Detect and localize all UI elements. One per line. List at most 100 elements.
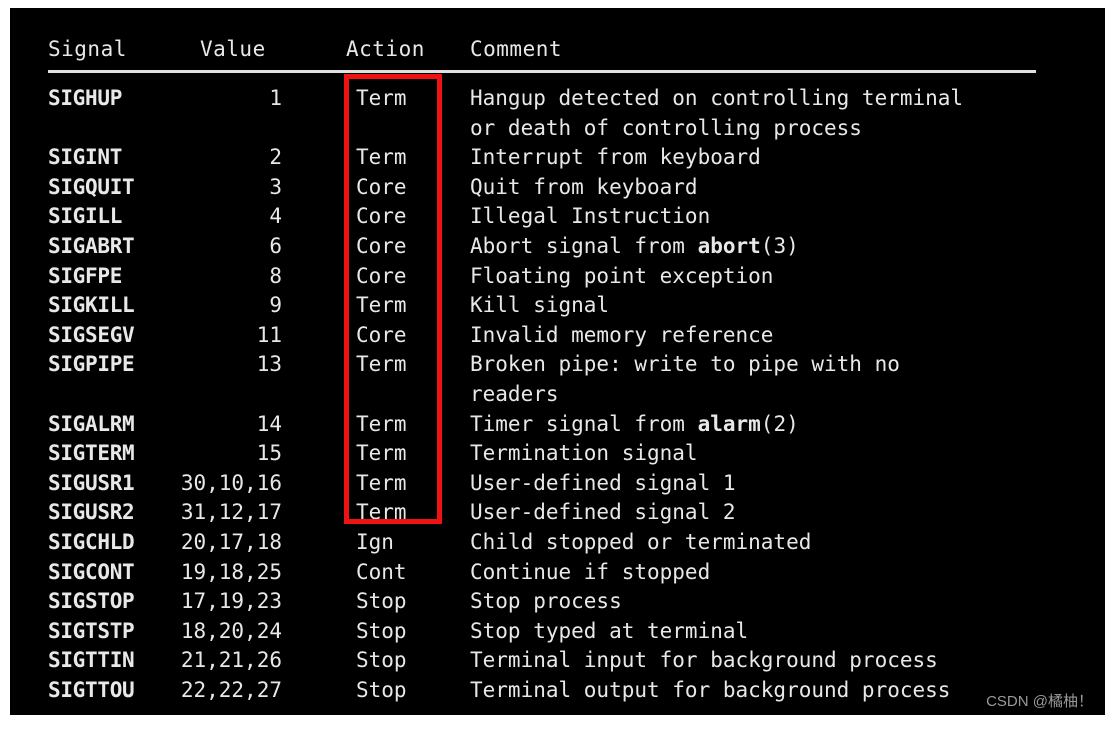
- terminal-window: Signal Value Action Comment SIGHUP 1 Term H…: [10, 8, 1105, 715]
- table-row: SIGTTOU 22,22,27 Stop Terminal output for b…: [10, 676, 1105, 706]
- table-row: SIGKILL 9 Term Kill signal: [10, 291, 1105, 321]
- cell-signal: SIGABRT: [48, 233, 135, 258]
- cell-value: 31,12,17: [180, 500, 282, 525]
- table-row-continuation: readers: [10, 380, 1105, 410]
- cell-comment: Stop typed at terminal: [470, 618, 749, 643]
- man-page-reference: abort: [697, 233, 761, 258]
- cell-action: Term: [356, 145, 407, 170]
- cell-value: 15: [256, 441, 282, 466]
- cell-signal: SIGTTIN: [48, 648, 135, 673]
- table-row: SIGUSR2 31,12,17 Term User-defined signal 2: [10, 498, 1105, 528]
- cell-value: 2: [269, 145, 282, 170]
- cell-signal: SIGHUP: [48, 86, 123, 110]
- cell-signal: SIGUSR1: [48, 470, 135, 495]
- column-header-action: Action: [346, 37, 425, 61]
- cell-signal: SIGTERM: [48, 441, 135, 466]
- cell-signal: SIGTTOU: [48, 677, 135, 702]
- cell-action: Core: [356, 322, 407, 347]
- cell-action: Term: [356, 352, 407, 377]
- cell-comment: Hangup detected on controlling terminal: [470, 86, 964, 110]
- table-row: SIGSEGV 11 Core Invalid memory reference: [10, 321, 1105, 351]
- table-row: SIGCHLD 20,17,18 Ign Child stopped or termi…: [10, 528, 1105, 558]
- cell-comment: Broken pipe: write to pipe with no: [470, 352, 900, 377]
- cell-comment: Floating point exception: [470, 263, 774, 288]
- cell-signal: SIGFPE: [48, 263, 123, 288]
- cell-action: Term: [356, 500, 407, 525]
- cell-value: 20,17,18: [180, 529, 282, 554]
- watermark-text: CSDN @橘柚！: [986, 693, 1093, 710]
- cell-comment: Child stopped or terminated: [470, 529, 812, 554]
- cell-action: Core: [356, 204, 407, 229]
- cell-comment: Stop process: [470, 589, 622, 614]
- cell-comment: Abort signal from abort(3): [470, 233, 799, 258]
- table-row: SIGPIPE 13 Term Broken pipe: write to pipe …: [10, 350, 1105, 380]
- cell-action: Stop: [356, 618, 407, 643]
- table-row: SIGINT 2 Term Interrupt from keyboard: [10, 143, 1105, 173]
- cell-action: Cont: [356, 559, 407, 584]
- table-row: SIGQUIT 3 Core Quit from keyboard: [10, 173, 1105, 203]
- cell-signal: SIGINT: [48, 145, 123, 170]
- cell-value: 8: [269, 263, 282, 288]
- cell-value: 1: [269, 86, 282, 110]
- cell-action: Core: [356, 174, 407, 199]
- cell-signal: SIGUSR2: [48, 500, 135, 525]
- cell-action: Term: [356, 86, 407, 110]
- table-body: SIGHUP 1 Term Hangup detected on controllin…: [10, 84, 1105, 705]
- cell-signal: SIGQUIT: [48, 174, 135, 199]
- table-row: SIGCONT 19,18,25 Cont Continue if stopped: [10, 558, 1105, 588]
- cell-action: Core: [356, 233, 407, 258]
- cell-value: 3: [269, 174, 282, 199]
- table-row: SIGFPE 8 Core Floating point exception: [10, 262, 1105, 292]
- signal-table: Signal Value Action Comment SIGHUP 1 Term H…: [10, 8, 1105, 715]
- column-header-signal: Signal: [48, 37, 127, 61]
- cell-comment: Quit from keyboard: [470, 174, 698, 199]
- cell-signal: SIGPIPE: [48, 352, 135, 377]
- cell-action: Stop: [356, 648, 407, 673]
- cell-value: 14: [256, 411, 282, 436]
- table-row: SIGTERM 15 Term Termination signal: [10, 439, 1105, 469]
- cell-value: 18,20,24: [180, 618, 282, 643]
- cell-action: Term: [356, 293, 407, 318]
- table-row: SIGHUP 1 Term Hangup detected on controllin…: [10, 84, 1105, 114]
- cell-comment: Terminal input for background process: [470, 648, 938, 673]
- cell-comment: Termination signal: [470, 441, 698, 466]
- cell-value: 11: [256, 322, 282, 347]
- cell-comment-continuation: or death of controlling process: [470, 115, 862, 140]
- cell-value: 17,19,23: [180, 589, 282, 614]
- cell-comment: Continue if stopped: [470, 559, 711, 584]
- cell-signal: SIGSTOP: [48, 589, 135, 614]
- cell-value: 30,10,16: [180, 470, 282, 495]
- cell-value: 9: [269, 293, 282, 318]
- man-page-reference: alarm: [697, 411, 761, 436]
- table-header-row: Signal Value Action Comment: [10, 34, 1105, 64]
- cell-value: 4: [269, 204, 282, 229]
- table-row: SIGALRM 14 Term Timer signal from alarm(2): [10, 410, 1105, 440]
- cell-comment: User-defined signal 1: [470, 470, 736, 495]
- cell-comment: User-defined signal 2: [470, 500, 736, 525]
- table-row: SIGSTOP 17,19,23 Stop Stop process: [10, 587, 1105, 617]
- column-header-comment: Comment: [470, 37, 563, 61]
- cell-signal: SIGCONT: [48, 559, 135, 584]
- cell-action: Stop: [356, 677, 407, 702]
- cell-action: Term: [356, 441, 407, 466]
- table-row: SIGABRT 6 Core Abort signal from abort(3): [10, 232, 1105, 262]
- cell-comment: Timer signal from alarm(2): [470, 411, 799, 436]
- screenshot-root: Signal Value Action Comment SIGHUP 1 Term H…: [0, 0, 1118, 733]
- table-row: SIGUSR1 30,10,16 Term User-defined signal 1: [10, 469, 1105, 499]
- cell-comment: Interrupt from keyboard: [470, 145, 761, 170]
- cell-value: 13: [256, 352, 282, 377]
- cell-value: 22,22,27: [180, 677, 282, 702]
- cell-signal: SIGCHLD: [48, 529, 135, 554]
- cell-signal: SIGALRM: [48, 411, 135, 436]
- cell-action: Term: [356, 411, 407, 436]
- table-row: SIGILL 4 Core Illegal Instruction: [10, 202, 1105, 232]
- header-separator-rule: [48, 70, 1036, 73]
- cell-action: Term: [356, 470, 407, 495]
- cell-action: Core: [356, 263, 407, 288]
- cell-signal: SIGSEGV: [48, 322, 135, 347]
- cell-comment: Terminal output for background process: [470, 677, 951, 702]
- cell-value: 6: [269, 233, 282, 258]
- cell-action: Stop: [356, 589, 407, 614]
- cell-signal: SIGKILL: [48, 293, 135, 318]
- table-row-continuation: or death of controlling process: [10, 114, 1105, 144]
